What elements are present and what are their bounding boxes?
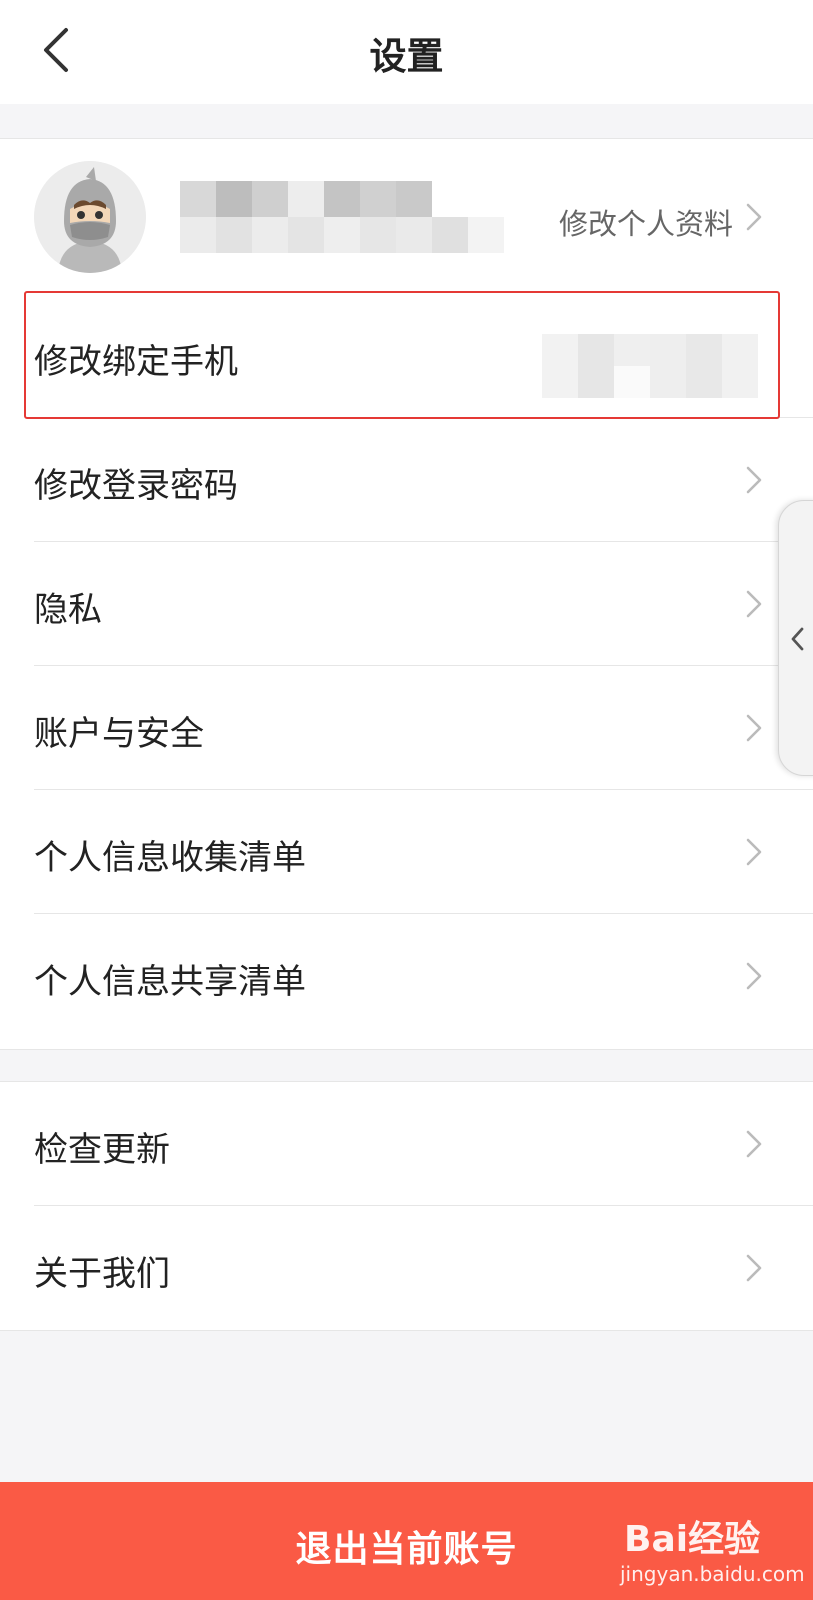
settings-group-about: 检查更新 关于我们 <box>0 1081 813 1331</box>
avatar <box>34 161 146 273</box>
profile-row[interactable]: 修改个人资料 <box>0 139 813 294</box>
menu-item-change-password[interactable]: 修改登录密码 <box>0 418 813 542</box>
menu-item-label: 修改绑定手机 <box>34 342 238 382</box>
edit-profile-label: 修改个人资料 <box>558 207 733 241</box>
chevron-right-icon <box>746 714 762 742</box>
menu-item-label: 检查更新 <box>34 1130 170 1170</box>
logout-button[interactable]: 退出当前账号 <box>0 1482 813 1600</box>
menu-item-info-collection-list[interactable]: 个人信息收集清单 <box>0 790 813 914</box>
back-button[interactable] <box>30 20 90 80</box>
menu-item-about-us[interactable]: 关于我们 <box>0 1206 813 1330</box>
menu-item-privacy[interactable]: 隐私 <box>0 542 813 666</box>
menu-item-label: 关于我们 <box>34 1254 170 1294</box>
menu-item-info-sharing-list[interactable]: 个人信息共享清单 <box>0 914 813 1038</box>
chevron-left-icon <box>791 627 804 651</box>
settings-group-account: 修改个人资料 修改绑定手机 修改登录密码 隐私 账户与安全 个人信息收集清单 个… <box>0 138 813 1050</box>
menu-item-label: 个人信息收集清单 <box>34 838 306 878</box>
menu-item-account-security[interactable]: 账户与安全 <box>0 666 813 790</box>
chevron-right-icon <box>746 838 762 866</box>
logout-label: 退出当前账号 <box>295 1529 518 1570</box>
settings-page: 设置 修改个人资料 修改绑定手机 修改登录密码 隐私 账户与安全 个人信息收集清… <box>0 0 813 1600</box>
chevron-right-icon <box>746 1254 762 1282</box>
chevron-left-icon <box>44 28 68 72</box>
chevron-right-icon <box>746 590 762 618</box>
blurred-phone-number <box>542 334 762 398</box>
chevron-right-icon <box>746 1130 762 1158</box>
side-drawer-handle[interactable] <box>778 500 813 776</box>
chevron-right-icon <box>746 203 762 231</box>
blurred-username <box>180 181 510 261</box>
top-nav-bar: 设置 <box>0 0 813 104</box>
chevron-right-icon <box>746 466 762 494</box>
chevron-right-icon <box>746 962 762 990</box>
menu-item-label: 修改登录密码 <box>34 466 238 506</box>
menu-item-check-update[interactable]: 检查更新 <box>0 1082 813 1206</box>
menu-item-label: 账户与安全 <box>34 714 204 754</box>
menu-item-label: 个人信息共享清单 <box>34 962 306 1002</box>
ninja-avatar-icon <box>34 161 146 273</box>
menu-item-label: 隐私 <box>34 590 102 630</box>
page-title: 设置 <box>369 35 444 78</box>
